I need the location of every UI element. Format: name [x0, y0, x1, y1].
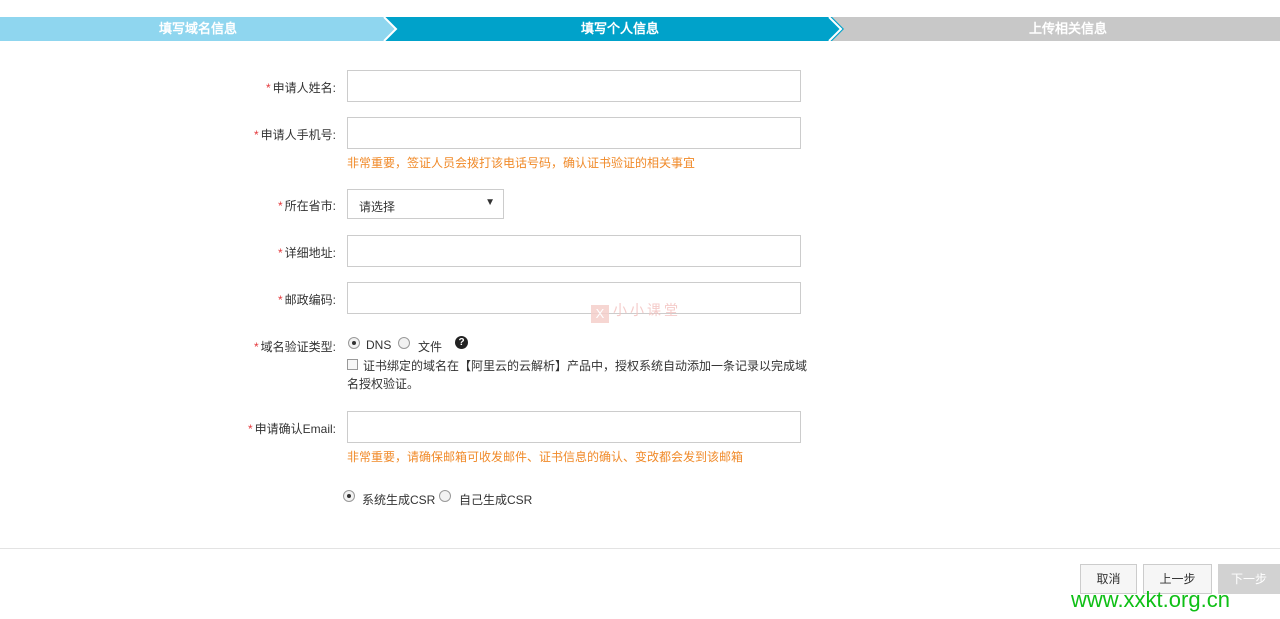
step-arrow-separator: [383, 17, 398, 41]
site-url-watermark: www.xxkt.org.cn: [1071, 587, 1230, 612]
required-mark: *: [265, 81, 271, 95]
verify-dns-label[interactable]: DNS: [366, 338, 391, 352]
address-input[interactable]: [347, 235, 801, 267]
label-text: 申请确认Email:: [254, 422, 336, 436]
postcode-input[interactable]: [347, 282, 801, 314]
label-text: 所在省市:: [284, 199, 336, 213]
verify-dns-radio[interactable]: [348, 337, 360, 349]
applicant-name-input[interactable]: [347, 70, 801, 102]
confirm-email-input[interactable]: [347, 411, 801, 443]
required-mark: *: [277, 293, 283, 307]
auto-dns-checkbox-label[interactable]: 证书绑定的域名在【阿里云的云解析】产品中，授权系统自动添加一条记录以完成域名授权…: [347, 357, 807, 393]
required-mark: *: [277, 199, 283, 213]
step-label: 填写域名信息: [158, 21, 237, 36]
label-text: 邮政编码:: [284, 293, 336, 307]
phone-label: * 申请人手机号:: [254, 126, 336, 143]
province-label: * 所在省市:: [278, 197, 336, 214]
required-mark: *: [277, 246, 283, 260]
required-mark: *: [253, 340, 259, 354]
step-fill-domain-info: 填写域名信息: [0, 17, 396, 41]
watermark-logo-icon: X: [591, 305, 609, 323]
address-label: * 详细地址:: [278, 244, 336, 261]
step-label: 填写个人信息: [580, 21, 659, 36]
verify-type-label: * 域名验证类型:: [254, 338, 336, 355]
checkbox-text: 证书绑定的域名在【阿里云的云解析】产品中，授权系统自动添加一条记录以完成域名授权…: [347, 359, 808, 391]
csr-system-radio[interactable]: [343, 490, 355, 502]
watermark-text: 小小课堂: [613, 302, 681, 318]
applicant-phone-input[interactable]: [347, 117, 801, 149]
label-text: 域名验证类型:: [260, 340, 336, 354]
step-fill-personal-info: 填写个人信息: [384, 17, 844, 41]
csr-self-radio[interactable]: [439, 490, 451, 502]
label-text: 申请人手机号:: [260, 128, 336, 142]
step-arrow-separator: [828, 17, 843, 41]
phone-hint: 非常重要，签证人员会拨打该电话号码，确认证书验证的相关事宜: [347, 156, 696, 170]
province-selected-value: 请选择: [359, 200, 396, 214]
email-hint: 非常重要，请确保邮箱可收发邮件、证书信息的确认、变改都会发到该邮箱: [347, 450, 744, 464]
csr-system-label[interactable]: 系统生成CSR: [362, 491, 435, 508]
verify-file-radio[interactable]: [398, 337, 410, 349]
required-mark: *: [247, 422, 253, 436]
footer-divider: [0, 548, 1280, 549]
step-progress-bar: 填写域名信息 上传相关信息 填写个人信息: [0, 17, 1280, 41]
email-label: * 申请确认Email:: [248, 420, 336, 437]
required-mark: *: [253, 128, 259, 142]
label-text: 详细地址:: [284, 246, 336, 260]
label-text: 申请人姓名:: [272, 81, 336, 95]
name-label: * 申请人姓名:: [266, 79, 336, 96]
question-circle-icon[interactable]: ?: [455, 336, 468, 349]
caret-down-icon: ▼: [485, 197, 495, 208]
step-upload-info: 上传相关信息: [829, 17, 1280, 41]
verify-file-label[interactable]: 文件: [418, 338, 442, 355]
csr-self-label[interactable]: 自己生成CSR: [459, 491, 532, 508]
step-label: 上传相关信息: [1028, 21, 1107, 36]
province-select[interactable]: 请选择 ▼: [347, 189, 504, 219]
watermark: X 小小课堂: [591, 300, 681, 323]
postcode-label: * 邮政编码:: [278, 291, 336, 308]
